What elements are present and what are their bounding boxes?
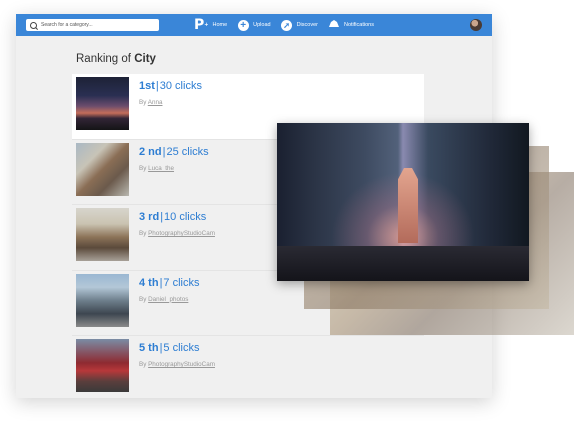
author-line: By Daniel_photos xyxy=(139,295,189,303)
rank-label: 2 nd|25 clicks xyxy=(139,145,209,158)
nav-upload[interactable]: + Upload xyxy=(237,19,271,31)
author-line: By Anna xyxy=(139,99,163,106)
search-input[interactable]: Search for a category... xyxy=(26,19,159,31)
page-title-category: City xyxy=(134,53,156,65)
author-link[interactable]: Luca_the xyxy=(148,165,174,172)
page-title: Ranking of City xyxy=(76,53,156,65)
author-link[interactable]: Anna xyxy=(148,99,163,106)
avatar[interactable] xyxy=(470,19,482,31)
nav-notifications[interactable]: Notifications xyxy=(328,19,374,31)
photo-thumbnail[interactable] xyxy=(76,339,129,392)
plus-icon: + xyxy=(237,19,249,31)
list-item[interactable]: 5 th|5 clicks By PhotographyStudioCam xyxy=(72,336,424,398)
rank-label: 5 th|5 clicks xyxy=(139,342,200,354)
author-line: By PhotographyStudioCam xyxy=(139,230,215,237)
photo-thumbnail[interactable] xyxy=(76,77,129,130)
author-link[interactable]: Daniel_photos xyxy=(148,296,188,303)
photo-thumbnail[interactable] xyxy=(76,142,129,196)
rank-label: 4 th|7 clicks xyxy=(139,276,200,289)
rank-label: 1st|30 clicks xyxy=(139,80,202,92)
search-icon xyxy=(30,21,37,29)
nav-home-label: Home xyxy=(212,22,228,28)
main-nav: P + Home + Upload ➚ Discover Notification… xyxy=(194,17,384,33)
nav-home[interactable]: P + Home xyxy=(194,17,228,33)
rank-label: 3 rd|10 clicks xyxy=(139,211,207,223)
bell-icon xyxy=(328,20,339,27)
photo-thumbnail[interactable] xyxy=(76,273,129,327)
nav-discover-label: Discover xyxy=(296,22,318,28)
author-line: By Luca_the xyxy=(139,164,175,172)
photo-thumbnail[interactable] xyxy=(76,208,129,261)
author-link[interactable]: PhotographyStudioCam xyxy=(148,230,215,237)
author-line: By PhotographyStudioCam xyxy=(139,361,215,368)
nav-upload-label: Upload xyxy=(253,22,271,28)
photo-preview[interactable] xyxy=(277,123,529,281)
preview-street xyxy=(277,246,529,281)
author-link[interactable]: PhotographyStudioCam xyxy=(148,361,215,368)
search-placeholder: Search for a category... xyxy=(41,22,93,28)
preview-building xyxy=(398,168,418,243)
top-bar: Search for a category... P + Home + Uploa… xyxy=(16,14,492,36)
compass-icon: ➚ xyxy=(281,19,293,31)
logo-icon: P + xyxy=(194,17,209,33)
nav-discover[interactable]: ➚ Discover xyxy=(281,19,318,31)
nav-notifications-label: Notifications xyxy=(343,22,374,28)
